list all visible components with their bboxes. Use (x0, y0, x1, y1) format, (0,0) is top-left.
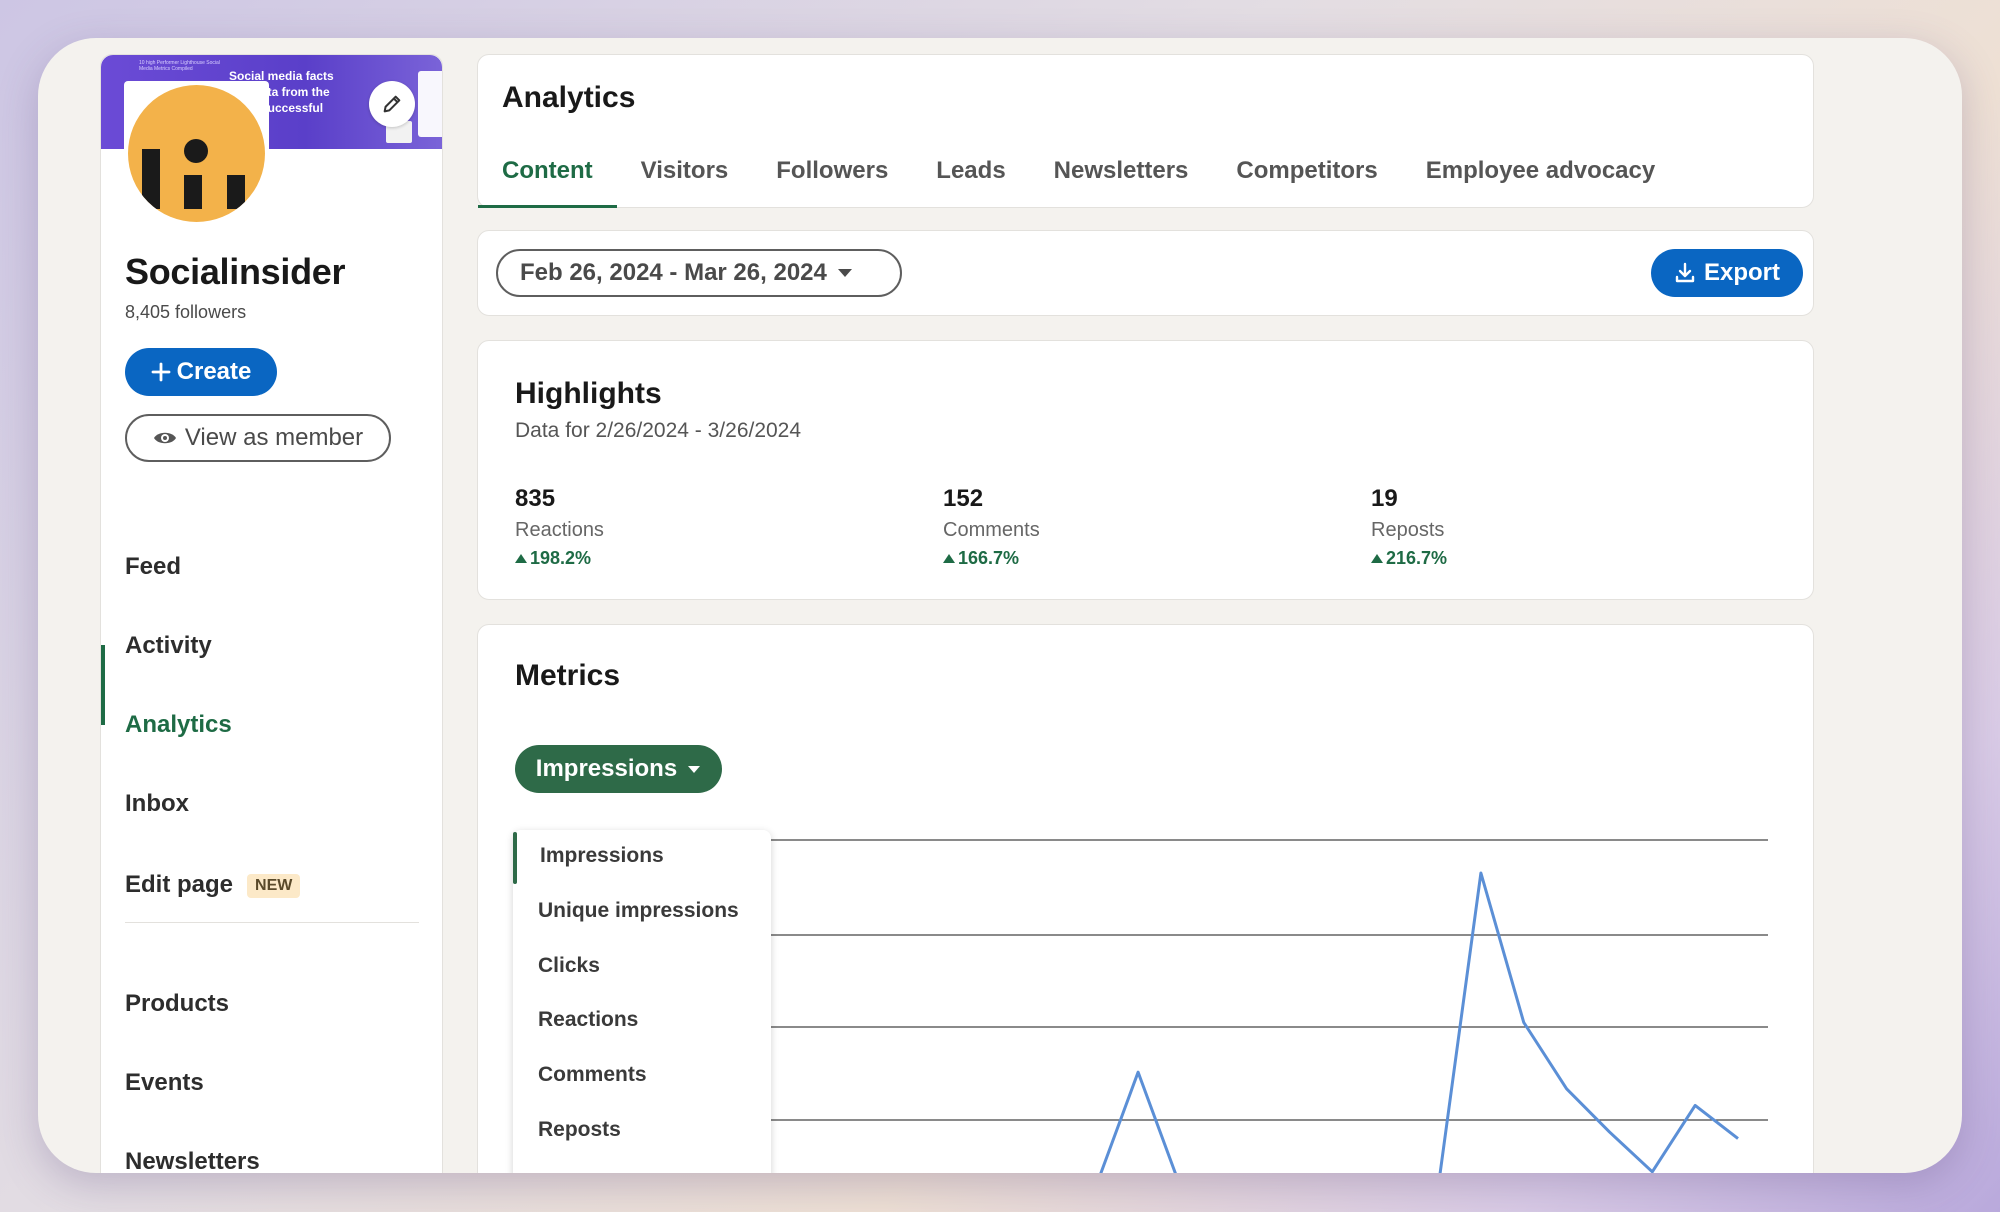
stat-reposts: 19 Reposts 216.7% (1371, 485, 1447, 569)
pencil-icon (383, 95, 401, 113)
export-label: Export (1703, 259, 1780, 286)
analytics-tabs: Content Visitors Followers Leads Newslet… (478, 145, 1679, 208)
tab-content[interactable]: Content (478, 145, 617, 208)
page-title: Analytics (502, 81, 636, 114)
stat-reactions: 835 Reactions 198.2% (515, 485, 604, 569)
date-range-bar: Feb 26, 2024 - Mar 26, 2024 Export (477, 230, 1814, 316)
selected-metric-label: Impressions (535, 755, 678, 782)
menu-option-unique-impressions[interactable]: Unique impressions (538, 899, 739, 923)
date-range-label: Feb 26, 2024 - Mar 26, 2024 (520, 259, 827, 286)
cover-document-graphic (418, 71, 442, 137)
stat-delta: 166.7% (943, 548, 1040, 569)
tab-employee-advocacy[interactable]: Employee advocacy (1402, 145, 1679, 207)
tab-leads[interactable]: Leads (912, 145, 1029, 207)
sidebar-item-newsletters[interactable]: Newsletters (125, 1148, 260, 1173)
tab-competitors[interactable]: Competitors (1212, 145, 1401, 207)
create-button[interactable]: Create (125, 348, 277, 396)
stat-value: 835 (515, 485, 556, 512)
sidebar-item-products[interactable]: Products (125, 990, 229, 1018)
tab-visitors[interactable]: Visitors (617, 145, 753, 207)
metric-select-button[interactable]: Impressions (515, 745, 722, 793)
follower-count: 8,405 followers (125, 302, 247, 322)
tab-newsletters[interactable]: Newsletters (1030, 145, 1213, 207)
caret-down-icon (688, 765, 701, 773)
sidebar-item-feed[interactable]: Feed (125, 553, 181, 581)
sidebar-item-inbox[interactable]: Inbox (125, 790, 189, 818)
stat-delta: 216.7% (1371, 548, 1447, 569)
stat-comments: 152 Comments 166.7% (943, 485, 1040, 569)
view-as-member-label: View as member (184, 424, 364, 451)
edit-cover-button[interactable] (369, 81, 415, 127)
company-logo[interactable] (124, 81, 269, 226)
highlights-card: Highlights Data for 2/26/2024 - 3/26/202… (477, 340, 1814, 600)
company-sidebar: 10 high Performer Lighthouse Social Medi… (100, 54, 443, 1173)
menu-option-reactions[interactable]: Reactions (538, 1008, 638, 1032)
menu-option-clicks[interactable]: Clicks (538, 954, 600, 978)
cover-small-text: 10 high Performer Lighthouse Social Medi… (139, 60, 220, 72)
selected-option-indicator (513, 832, 517, 884)
delta-value: 166.7% (958, 548, 1020, 568)
metrics-title: Metrics (515, 659, 621, 692)
eye-icon (153, 432, 176, 444)
highlights-subtitle: Data for 2/26/2024 - 3/26/2024 (515, 419, 802, 442)
sidebar-item-edit-page[interactable]: Edit page NEW (125, 871, 301, 899)
analytics-header: Analytics Content Visitors Followers Lea… (477, 54, 1814, 208)
menu-option-reposts[interactable]: Reposts (538, 1118, 621, 1142)
download-icon (1675, 262, 1695, 283)
delta-value: 216.7% (1386, 548, 1448, 568)
sidebar-item-analytics[interactable]: Analytics (125, 711, 232, 739)
app-window: 10 high Performer Lighthouse Social Medi… (38, 38, 1962, 1173)
active-indicator (101, 645, 105, 725)
new-badge: NEW (247, 873, 301, 898)
menu-option-impressions[interactable]: Impressions (540, 844, 664, 868)
up-arrow-icon (943, 554, 955, 563)
stat-label: Comments (943, 519, 1040, 541)
highlights-title: Highlights (515, 377, 662, 410)
caret-down-icon (837, 269, 852, 277)
sidebar-item-activity[interactable]: Activity (125, 632, 212, 660)
stat-value: 152 (943, 485, 984, 512)
export-button[interactable]: Export (1651, 249, 1803, 297)
stat-label: Reposts (1371, 519, 1445, 541)
date-range-dropdown[interactable]: Feb 26, 2024 - Mar 26, 2024 (496, 249, 902, 297)
view-as-member-button[interactable]: View as member (125, 414, 391, 462)
metric-dropdown-menu: Impressions Unique impressions Clicks Re… (513, 830, 771, 1173)
tab-followers[interactable]: Followers (752, 145, 912, 207)
stat-delta: 198.2% (515, 548, 604, 569)
stat-label: Reactions (515, 519, 604, 541)
plus-icon (151, 362, 171, 382)
up-arrow-icon (515, 554, 527, 563)
create-label: Create (176, 358, 252, 385)
up-arrow-icon (1371, 554, 1383, 563)
socialinsider-logo (128, 85, 265, 222)
edit-page-label: Edit page (125, 871, 234, 898)
sidebar-item-events[interactable]: Events (125, 1069, 204, 1097)
sidebar-divider (125, 922, 419, 923)
metrics-card: Metrics Impressions Impressions Unique i… (477, 624, 1814, 1173)
delta-value: 198.2% (530, 548, 592, 568)
impressions-series-line (1099, 871, 1739, 1173)
stat-value: 19 (1371, 485, 1398, 512)
menu-option-comments[interactable]: Comments (538, 1063, 647, 1087)
company-name: Socialinsider (125, 251, 346, 292)
